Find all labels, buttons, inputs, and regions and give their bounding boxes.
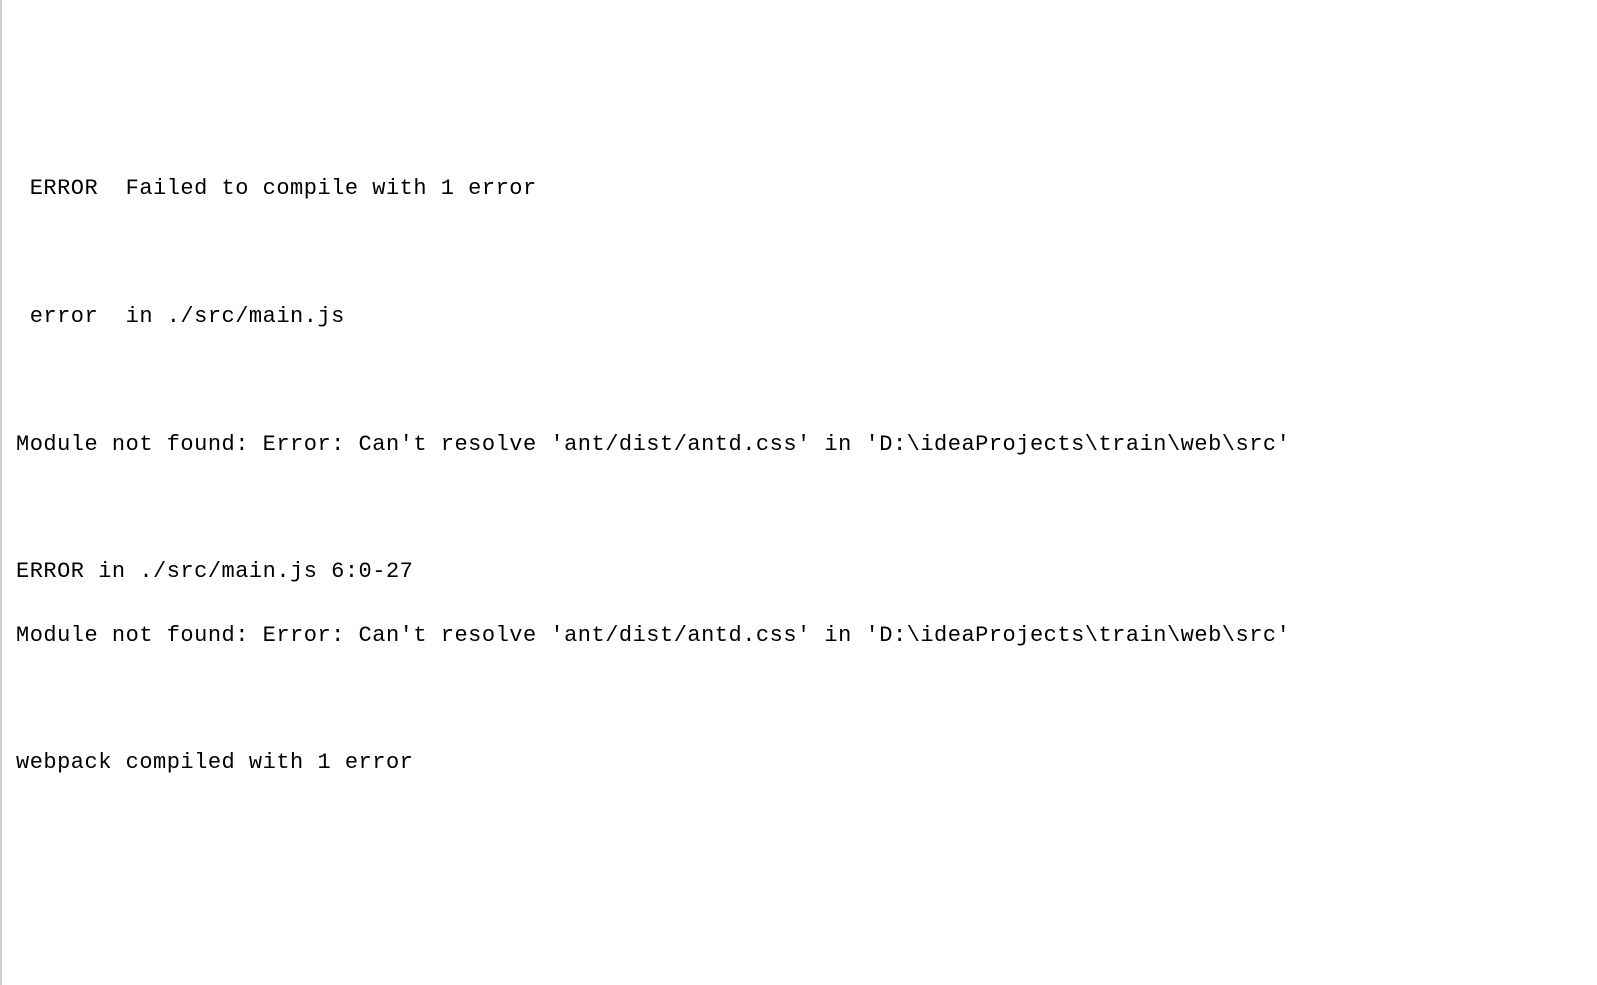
terminal-line: [16, 237, 1597, 269]
terminal-line: ERROR in ./src/main.js 6:0-27: [16, 556, 1597, 588]
terminal-line: webpack compiled with 1 error: [16, 747, 1597, 779]
terminal-line: [16, 365, 1597, 397]
terminal-line: Module not found: Error: Can't resolve '…: [16, 429, 1597, 461]
terminal-line: Module not found: Error: Can't resolve '…: [16, 620, 1597, 652]
terminal-line: ERROR Failed to compile with 1 error: [16, 173, 1597, 205]
terminal-line: error in ./src/main.js: [16, 301, 1597, 333]
terminal-output: ERROR Failed to compile with 1 error err…: [16, 142, 1597, 812]
terminal-line: [16, 492, 1597, 524]
terminal-line: [16, 684, 1597, 716]
